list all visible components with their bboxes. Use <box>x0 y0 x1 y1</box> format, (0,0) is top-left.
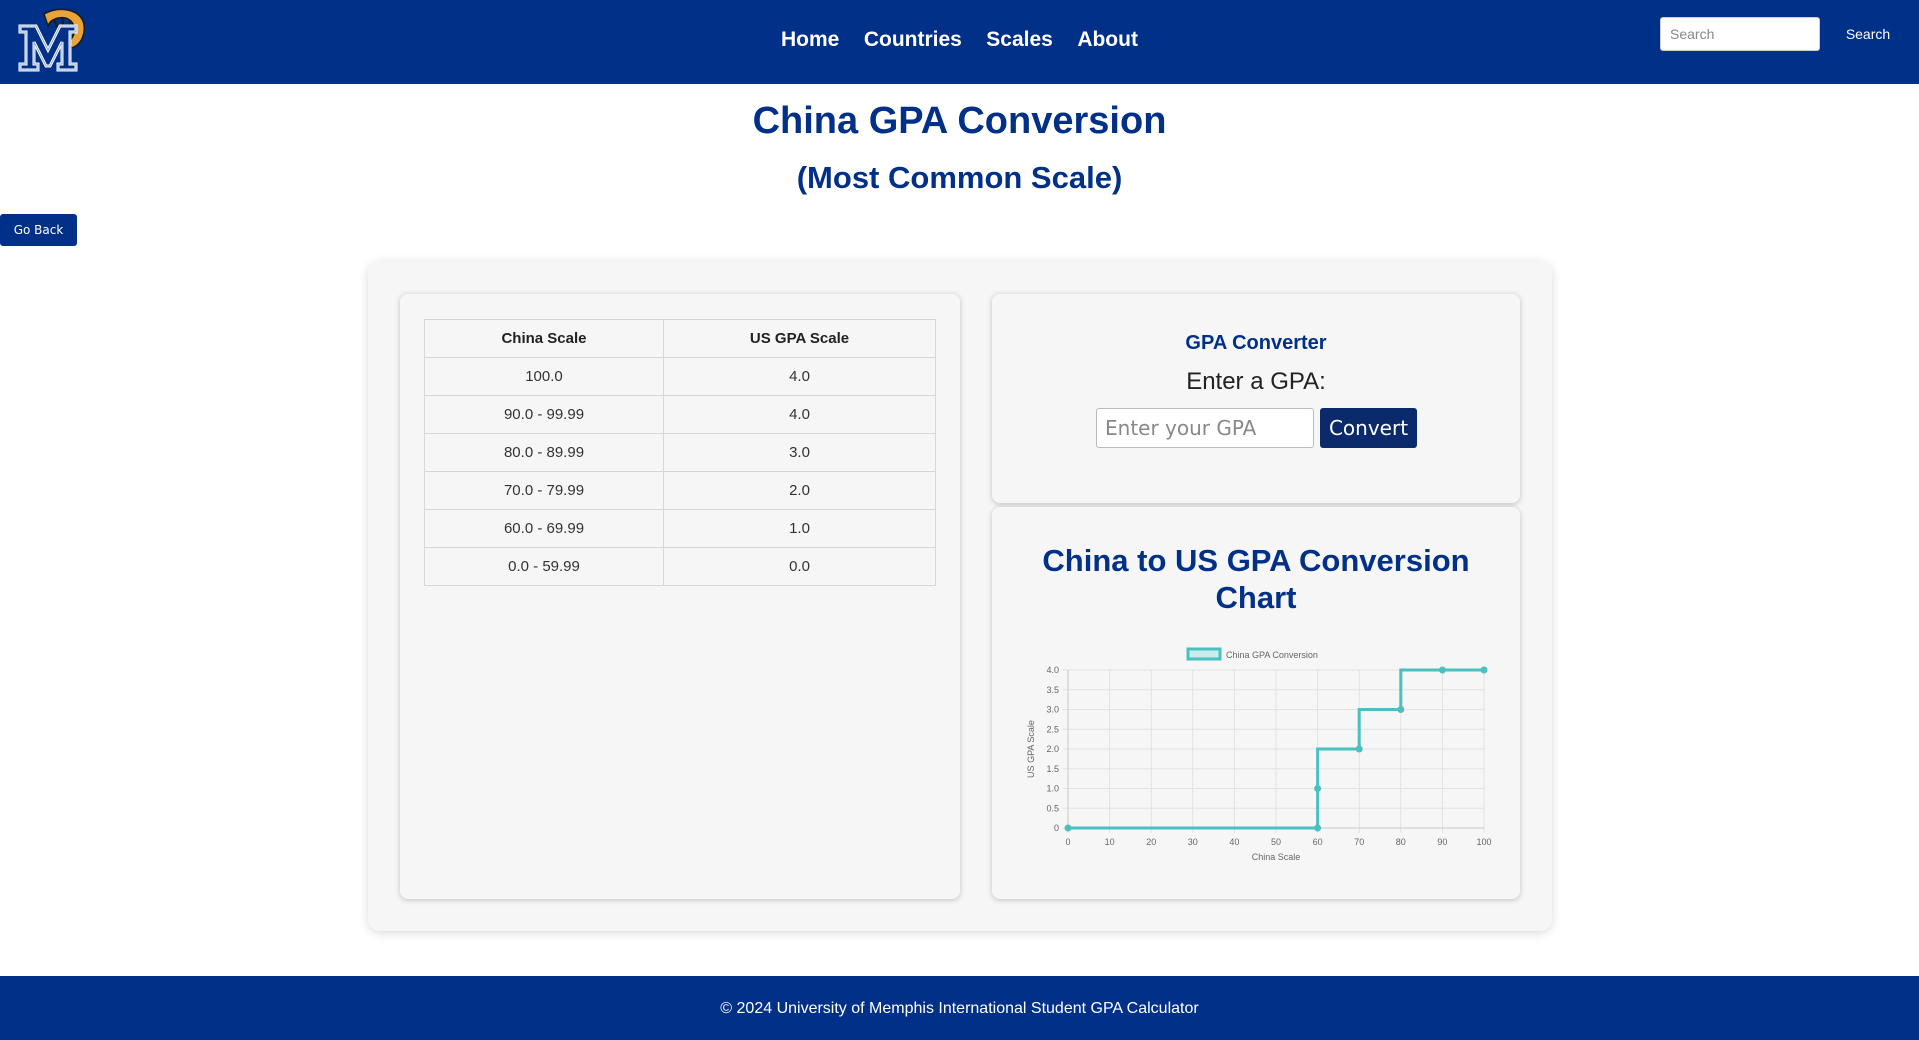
data-point <box>1480 666 1488 674</box>
chart-card: China to US GPA Conversion Chart 0 10 20 30… <box>992 507 1520 899</box>
data-point <box>1355 745 1363 753</box>
x-tick-label: 100 <box>1476 837 1491 847</box>
table-cell: 0.0 <box>663 547 936 586</box>
data-point <box>1064 824 1072 832</box>
x-tick-label: 80 <box>1396 837 1406 847</box>
x-axis-label: China Scale <box>1252 852 1301 862</box>
go-back-button[interactable]: Go Back <box>0 214 77 246</box>
table-cell: 0.0 - 59.99 <box>424 547 664 586</box>
x-tick-label: 0 <box>1065 837 1070 847</box>
x-tick-label: 90 <box>1437 837 1447 847</box>
y-tick-label: 2.0 <box>1046 744 1059 754</box>
y-tick-label: 2.5 <box>1046 724 1059 734</box>
x-tick-label: 10 <box>1105 837 1115 847</box>
y-axis-label: US GPA Scale <box>1026 720 1036 778</box>
scale-table-card: China Scale US GPA Scale 100.0 4.0 90.0 … <box>400 294 960 899</box>
converter-heading: GPA Converter <box>1185 332 1327 354</box>
data-point <box>1314 785 1322 792</box>
legend-label: China GPA Conversion <box>1226 650 1318 660</box>
table-header-us: US GPA Scale <box>663 319 936 358</box>
page-subtitle: (Most Common Scale) <box>796 160 1123 195</box>
table-row: 80.0 - 89.99 3.0 <box>424 433 936 472</box>
y-tick-label: 3.5 <box>1046 685 1059 695</box>
search-input[interactable] <box>1660 17 1820 51</box>
converter-label: Enter a GPA: <box>1186 368 1326 395</box>
x-tick-label: 40 <box>1229 837 1239 847</box>
table-cell: 100.0 <box>424 357 664 396</box>
y-tick-label: 4.0 <box>1046 665 1059 675</box>
convert-button[interactable]: Convert <box>1320 408 1417 448</box>
top-navbar: Home Countries Scales About Search <box>0 0 1919 84</box>
table-cell: 2.0 <box>663 471 936 510</box>
footer: © 2024 University of Memphis Internation… <box>0 976 1919 1040</box>
data-point <box>1438 666 1446 674</box>
main-nav: Home Countries Scales About <box>0 28 1919 52</box>
nav-home-link[interactable]: Home <box>781 28 839 52</box>
table-cell: 1.0 <box>663 509 936 548</box>
gpa-converter-card: GPA Converter Enter a GPA: Convert <box>992 294 1520 503</box>
y-tick-label: 1.0 <box>1046 784 1059 794</box>
page-title: China GPA Conversion <box>752 100 1167 142</box>
x-tick-label: 70 <box>1354 837 1364 847</box>
x-tick-label: 50 <box>1271 837 1281 847</box>
table-cell: 3.0 <box>663 433 936 472</box>
y-tick-label: 1.5 <box>1046 764 1059 774</box>
search-button[interactable]: Search <box>1830 17 1906 51</box>
nav-about-link[interactable]: About <box>1077 28 1138 52</box>
footer-copyright: © 2024 University of Memphis Internation… <box>720 1000 1199 1017</box>
data-point <box>1397 706 1405 713</box>
y-tick-label: 3.0 <box>1046 705 1059 715</box>
scale-table: China Scale US GPA Scale 100.0 4.0 90.0 … <box>424 319 936 586</box>
data-point <box>1314 824 1322 832</box>
table-cell: 4.0 <box>663 395 936 434</box>
table-cell: 90.0 - 99.99 <box>424 395 664 434</box>
legend-swatch <box>1186 647 1222 661</box>
table-cell: 60.0 - 69.99 <box>424 509 664 548</box>
x-tick-label: 30 <box>1188 837 1198 847</box>
table-cell: 4.0 <box>663 357 936 396</box>
table-row: 100.0 4.0 <box>424 357 936 396</box>
table-row: 60.0 - 69.99 1.0 <box>424 509 936 548</box>
conversion-chart: 0 10 20 30 40 50 60 70 80 90 100 0 0.5 1.0 1.5 2.0 2.5 3.… <box>1026 647 1492 862</box>
table-header-china: China Scale <box>424 319 664 358</box>
x-tick-label: 60 <box>1313 837 1323 847</box>
table-cell: 80.0 - 89.99 <box>424 433 664 472</box>
table-row: 70.0 - 79.99 2.0 <box>424 471 936 510</box>
table-row: 0.0 - 59.99 0.0 <box>424 547 936 586</box>
table-cell: 70.0 - 79.99 <box>424 471 664 510</box>
y-tick-label: 0.5 <box>1046 803 1059 813</box>
nav-countries-link[interactable]: Countries <box>864 28 962 52</box>
x-tick-label: 20 <box>1146 837 1156 847</box>
nav-scales-link[interactable]: Scales <box>986 28 1053 52</box>
main-container: China Scale US GPA Scale 100.0 4.0 90.0 … <box>368 261 1552 931</box>
gpa-input[interactable] <box>1096 408 1314 448</box>
y-tick-label: 0 <box>1054 823 1059 833</box>
table-row: 90.0 - 99.99 4.0 <box>424 395 936 434</box>
table-header-row: China Scale US GPA Scale <box>424 319 936 358</box>
